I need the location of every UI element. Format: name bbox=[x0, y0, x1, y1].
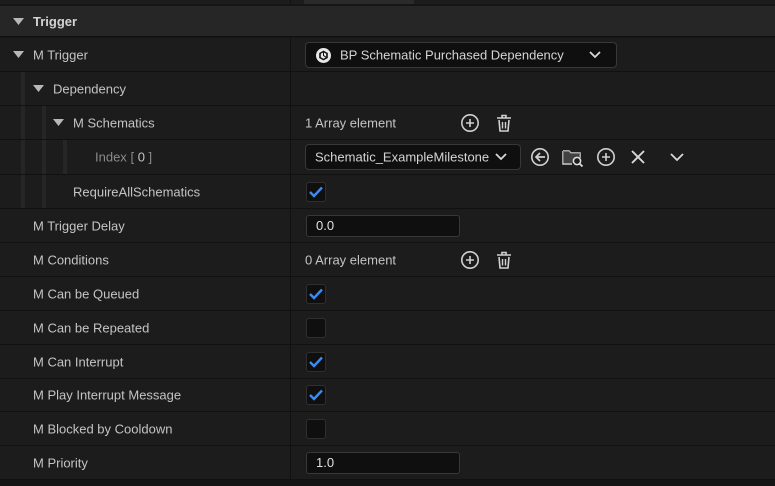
top-strip-divider bbox=[290, 0, 291, 4]
property-row-m-can-be-repeated: M Can be Repeated bbox=[0, 311, 775, 345]
property-label: RequireAllSchematics bbox=[73, 184, 201, 199]
clear-elements-button[interactable] bbox=[493, 112, 515, 134]
indent-guide bbox=[42, 175, 46, 208]
trash-icon bbox=[497, 114, 511, 132]
trigger-delay-input[interactable]: 0.0 bbox=[306, 214, 460, 237]
close-icon bbox=[631, 150, 645, 164]
indent-guide bbox=[42, 106, 46, 139]
expand-arrow-icon[interactable] bbox=[53, 118, 64, 127]
clear-elements-button[interactable] bbox=[493, 249, 515, 271]
chevron-down-icon bbox=[589, 50, 601, 58]
top-strip-segment bbox=[304, 0, 414, 4]
array-count: 0 Array element bbox=[305, 252, 397, 267]
property-row-dependency: Dependency bbox=[0, 72, 775, 106]
bottom-strip bbox=[0, 480, 775, 486]
indent-guide bbox=[21, 175, 25, 208]
can-be-queued-checkbox[interactable] bbox=[306, 283, 326, 304]
property-label: M Play Interrupt Message bbox=[33, 387, 182, 403]
property-row-index-0: Index [ 0 ] Schematic_ExampleMilestone bbox=[0, 140, 775, 175]
insert-element-button[interactable] bbox=[595, 146, 617, 168]
schematic-asset-dropdown[interactable]: Schematic_ExampleMilestone bbox=[305, 144, 521, 170]
indent-guide bbox=[21, 106, 25, 139]
property-label: Dependency bbox=[53, 81, 126, 96]
property-label: M Can be Repeated bbox=[33, 320, 150, 335]
add-circle-icon bbox=[461, 113, 479, 132]
indent-guide bbox=[21, 140, 25, 174]
property-row-m-can-be-queued: M Can be Queued bbox=[0, 277, 775, 311]
blocked-by-cooldown-checkbox[interactable] bbox=[306, 418, 326, 439]
property-row-m-trigger-delay: M Trigger Delay 0.0 bbox=[0, 209, 775, 243]
top-strip bbox=[0, 0, 775, 4]
property-label: M Can be Queued bbox=[33, 286, 140, 301]
property-row-m-schematics: M Schematics 1 Array element bbox=[0, 106, 775, 140]
property-label: M Can Interrupt bbox=[33, 354, 124, 369]
expand-arrow-icon[interactable] bbox=[13, 50, 24, 59]
property-label: M Trigger Delay bbox=[33, 218, 125, 233]
clear-value-button[interactable] bbox=[627, 146, 649, 168]
browse-asset-button[interactable] bbox=[561, 146, 584, 168]
expand-arrow-icon[interactable] bbox=[33, 84, 44, 93]
trash-icon bbox=[497, 251, 511, 269]
unreal-engine-icon bbox=[316, 47, 331, 63]
dropdown-value: Schematic_ExampleMilestone bbox=[315, 149, 490, 165]
property-label: M Priority bbox=[33, 455, 88, 470]
section-title: Trigger bbox=[33, 14, 78, 29]
property-label: M Blocked by Cooldown bbox=[33, 421, 173, 436]
checkmark-icon bbox=[309, 186, 323, 198]
property-row-m-play-interrupt-message: M Play Interrupt Message bbox=[0, 379, 775, 412]
use-selected-asset-button[interactable] bbox=[529, 146, 551, 168]
property-row-m-trigger: M Trigger BP Schematic Purchased Depende… bbox=[0, 38, 775, 72]
element-options-button[interactable] bbox=[666, 146, 688, 168]
checkmark-icon bbox=[309, 288, 323, 300]
property-row-m-can-interrupt: M Can Interrupt bbox=[0, 345, 775, 379]
chevron-down-icon bbox=[495, 153, 507, 161]
can-be-repeated-checkbox[interactable] bbox=[306, 317, 326, 338]
add-circle-icon bbox=[461, 250, 479, 269]
property-label: M Trigger bbox=[33, 47, 88, 62]
folder-search-icon bbox=[562, 150, 584, 168]
property-label: M Conditions bbox=[33, 252, 109, 267]
indent-guide bbox=[21, 72, 25, 105]
section-header-trigger[interactable]: Trigger bbox=[0, 6, 775, 37]
checkmark-icon bbox=[309, 389, 323, 401]
indent-guide bbox=[63, 140, 67, 174]
chevron-down-icon bbox=[670, 153, 684, 162]
dropdown-value: BP Schematic Purchased Dependency bbox=[340, 47, 564, 62]
property-row-m-priority: M Priority 1.0 bbox=[0, 446, 775, 480]
add-element-button[interactable] bbox=[459, 249, 481, 271]
property-row-m-blocked-by-cooldown: M Blocked by Cooldown bbox=[0, 412, 775, 446]
property-row-m-conditions: M Conditions 0 Array element bbox=[0, 243, 775, 277]
indent-guide bbox=[42, 140, 46, 174]
trigger-class-dropdown[interactable]: BP Schematic Purchased Dependency bbox=[305, 41, 617, 68]
column-divider bbox=[290, 72, 291, 105]
property-row-require-all-schematics: RequireAllSchematics bbox=[0, 175, 775, 209]
add-circle-icon bbox=[597, 148, 615, 166]
require-all-schematics-checkbox[interactable] bbox=[306, 181, 326, 202]
property-label: M Schematics bbox=[73, 115, 155, 130]
priority-input[interactable]: 1.0 bbox=[306, 451, 460, 474]
arrow-left-circle-icon bbox=[531, 148, 549, 166]
checkmark-icon bbox=[309, 356, 323, 368]
array-count: 1 Array element bbox=[305, 115, 397, 130]
can-interrupt-checkbox[interactable] bbox=[306, 351, 326, 372]
array-index-label: Index [ 0 ] bbox=[95, 149, 153, 165]
play-interrupt-message-checkbox[interactable] bbox=[306, 385, 326, 405]
add-element-button[interactable] bbox=[459, 112, 481, 134]
collapse-arrow-icon[interactable] bbox=[13, 18, 24, 26]
